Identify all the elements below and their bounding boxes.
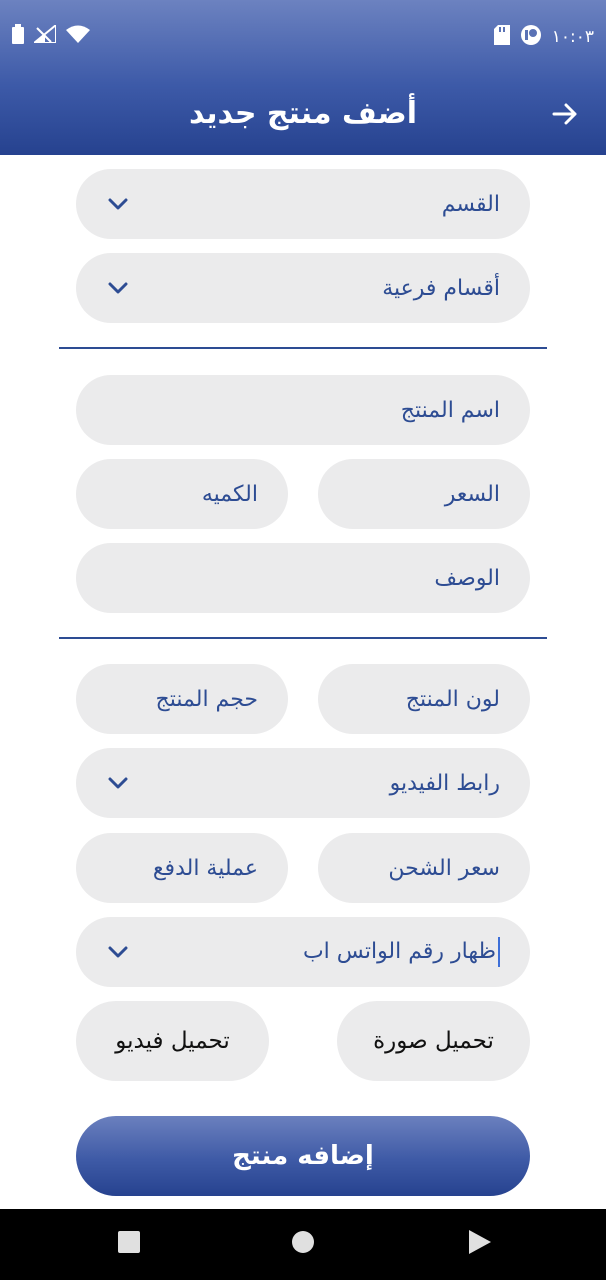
app-notification-icon [520, 24, 542, 50]
product-size-field[interactable]: حجم المنتج [76, 664, 288, 734]
subcategory-dropdown[interactable]: أقسام فرعية [76, 253, 530, 323]
status-bar: ١٠:٠٣ [0, 0, 606, 72]
upload-video-label: تحميل فيديو [115, 1028, 230, 1054]
price-field[interactable]: السعر [318, 459, 530, 529]
circle-icon [292, 1231, 314, 1257]
section-divider [59, 637, 547, 639]
payment-method-field[interactable]: عملية الدفع [76, 833, 288, 903]
square-icon [118, 1231, 140, 1257]
chevron-down-icon [106, 192, 130, 216]
cellular-signal-icon [31, 22, 57, 47]
back-nav-button[interactable] [458, 1222, 502, 1266]
upload-video-button[interactable]: تحميل فيديو [76, 1001, 269, 1081]
product-size-label: حجم المنتج [155, 686, 258, 712]
arrow-right-icon [552, 103, 578, 129]
status-icons-right: ١٠:٠٣ [493, 24, 594, 50]
whatsapp-row: ظهار رقم الواتس اب [130, 937, 500, 967]
add-product-label: إضافه منتج [232, 1141, 374, 1171]
chevron-down-icon [106, 940, 130, 964]
quantity-label: الكميه [201, 481, 258, 507]
text-cursor [498, 937, 500, 967]
product-color-field[interactable]: لون المنتج [318, 664, 530, 734]
battery-icon [12, 24, 24, 48]
payment-method-label: عملية الدفع [152, 855, 258, 881]
triangle-play-icon [469, 1230, 491, 1258]
add-product-button[interactable]: إضافه منتج [76, 1116, 530, 1196]
product-name-label: اسم المنتج [400, 397, 500, 423]
category-dropdown[interactable]: القسم [76, 169, 530, 239]
recents-button[interactable] [107, 1222, 151, 1266]
description-label: الوصف [434, 565, 500, 591]
shipping-price-field[interactable]: سعر الشحن [318, 833, 530, 903]
shipping-price-label: سعر الشحن [388, 855, 500, 881]
back-button[interactable] [545, 96, 585, 136]
status-icons-left [12, 22, 90, 48]
section-divider [59, 347, 547, 349]
upload-image-button[interactable]: تحميل صورة [337, 1001, 530, 1081]
chevron-down-icon [106, 276, 130, 300]
video-link-dropdown[interactable]: رابط الفيديو [76, 748, 530, 818]
subcategory-label: أقسام فرعية [382, 275, 500, 301]
upload-image-label: تحميل صورة [373, 1028, 494, 1054]
wifi-icon [66, 25, 90, 47]
sd-card-icon [493, 25, 510, 49]
video-link-label: رابط الفيديو [389, 770, 500, 796]
whatsapp-dropdown[interactable]: ظهار رقم الواتس اب [76, 917, 530, 987]
quantity-field[interactable]: الكميه [76, 459, 288, 529]
whatsapp-label: ظهار رقم الواتس اب [302, 939, 496, 964]
product-color-label: لون المنتج [405, 686, 500, 712]
product-name-field[interactable]: اسم المنتج [76, 375, 530, 445]
status-time: ١٠:٠٣ [551, 27, 594, 47]
description-field[interactable]: الوصف [76, 543, 530, 613]
category-label: القسم [441, 191, 500, 217]
page-title: أضف منتج جديد [188, 96, 418, 131]
home-button[interactable] [281, 1222, 325, 1266]
price-label: السعر [444, 481, 500, 507]
chevron-down-icon [106, 771, 130, 795]
